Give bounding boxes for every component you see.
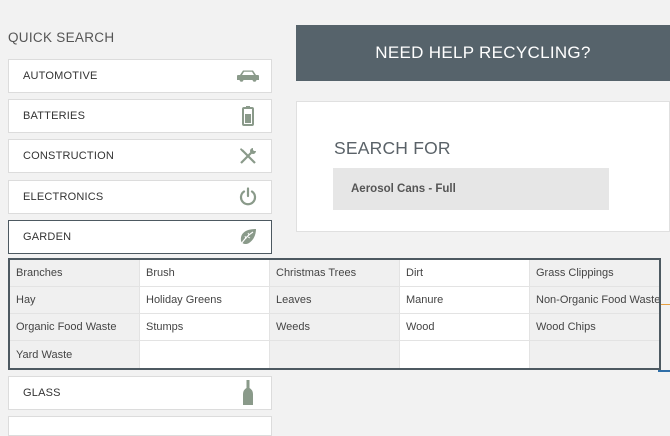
dropdown-item[interactable]: Brush [140,260,270,287]
dropdown-item[interactable]: Dirt [400,260,530,287]
category-label: GARDEN [23,231,72,243]
decorative-line [660,304,670,305]
dropdown-item[interactable]: Wood Chips [530,314,659,341]
dropdown-item[interactable]: Branches [10,260,140,287]
battery-icon [235,104,261,128]
dropdown-item[interactable]: Christmas Trees [270,260,400,287]
dropdown-empty-cell [400,341,530,368]
category-glass-button[interactable]: GLASS [8,376,272,410]
search-value-field[interactable]: Aerosol Cans - Full [333,168,609,210]
dropdown-item[interactable]: Stumps [140,314,270,341]
search-panel: SEARCH FOR Aerosol Cans - Full [296,101,670,232]
dropdown-item[interactable]: Leaves [270,287,400,314]
category-label: GLASS [23,387,61,399]
category-batteries-button[interactable]: BATTERIES [8,99,272,133]
category-label: CONSTRUCTION [23,150,115,162]
car-icon [235,64,261,88]
dropdown-item[interactable]: Organic Food Waste [10,314,140,341]
dropdown-item[interactable]: Grass Clippings [530,260,659,287]
bottle-icon [235,380,261,405]
category-construction-button[interactable]: CONSTRUCTION [8,139,272,173]
need-help-recycling-button[interactable]: NEED HELP RECYCLING? [296,25,670,81]
dropdown-empty-cell [140,341,270,368]
category-automotive-button[interactable]: AUTOMOTIVE [8,59,272,93]
dropdown-item[interactable]: Manure [400,287,530,314]
category-label: ELECTRONICS [23,191,104,203]
garden-dropdown: Branches Brush Christmas Trees Dirt Gras… [8,258,661,370]
dropdown-item[interactable]: Yard Waste [10,341,140,368]
dropdown-empty-cell [270,341,400,368]
dropdown-item[interactable]: Non-Organic Food Waste [530,287,659,314]
power-icon [235,185,261,209]
dropdown-item[interactable]: Wood [400,314,530,341]
category-label: AUTOMOTIVE [23,70,98,82]
category-garden-button[interactable]: GARDEN [8,220,272,254]
dropdown-item[interactable]: Holiday Greens [140,287,270,314]
leaf-icon [235,225,261,249]
dropdown-item[interactable]: Weeds [270,314,400,341]
category-label: BATTERIES [23,110,86,122]
category-electronics-button[interactable]: ELECTRONICS [8,180,272,214]
dropdown-empty-cell [530,341,659,368]
search-for-label: SEARCH FOR [334,138,451,158]
dropdown-item[interactable]: Hay [10,287,140,314]
quick-search-title: QUICK SEARCH [8,30,115,45]
tools-icon [235,144,261,168]
category-next-button[interactable] [8,416,272,436]
